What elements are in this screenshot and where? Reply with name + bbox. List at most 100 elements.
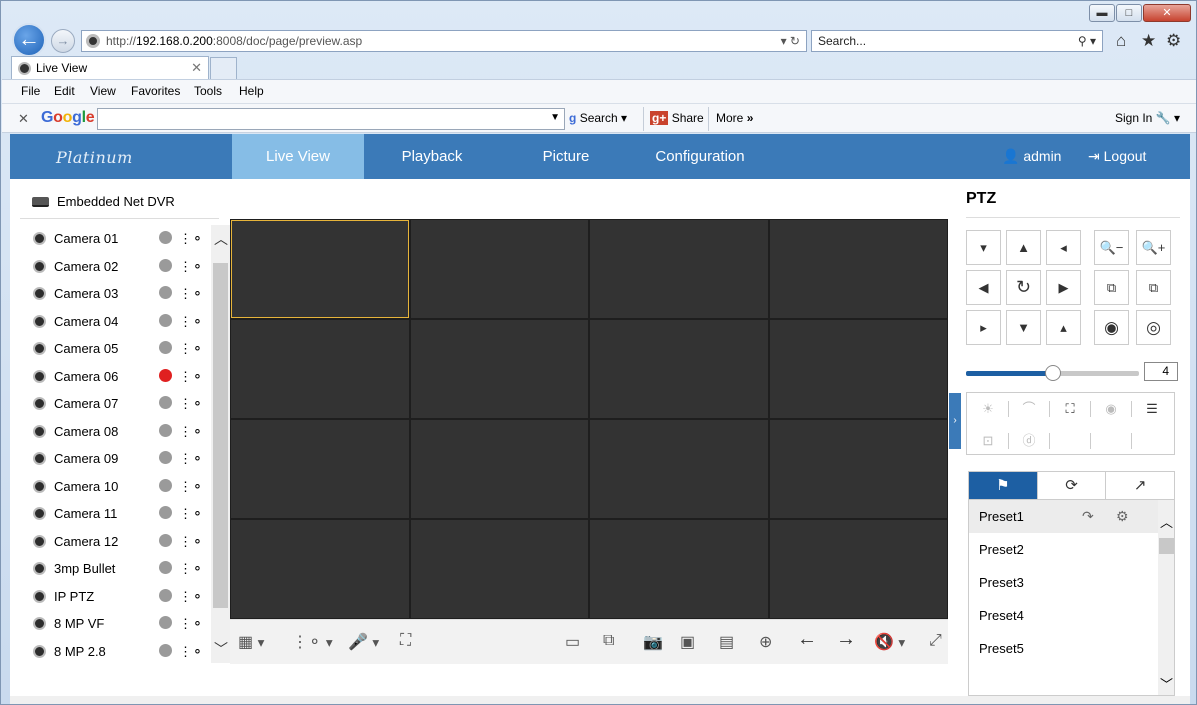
wiper-icon[interactable]: ⌒ <box>1014 397 1044 421</box>
camera-list-item[interactable]: Camera 03 ⋮⚬ <box>30 280 203 308</box>
stream-select-icon[interactable]: ⋮⚬ <box>179 368 203 385</box>
menu-file[interactable]: File <box>21 84 40 98</box>
scroll-down-icon[interactable]: ﹀ <box>1160 674 1173 693</box>
camera-list-item[interactable]: 8 MP VF ⋮⚬ <box>30 610 203 638</box>
camera-list-item[interactable]: 8 MP 2.8 ⋮⚬ <box>30 638 203 666</box>
stream-select-icon[interactable]: ⋮⚬ <box>179 560 203 577</box>
camera-list-item[interactable]: Camera 02 ⋮⚬ <box>30 253 203 281</box>
stream-select-icon[interactable]: ⋮⚬ <box>179 395 203 412</box>
google-search-input[interactable]: ▼ <box>97 108 565 130</box>
stream-select-icon[interactable]: ⋮⚬ <box>179 615 203 632</box>
ptz-right-button[interactable]: ▶ <box>1046 270 1081 305</box>
stream-select-icon[interactable]: ⋮⚬ <box>179 450 203 467</box>
collapse-panel-toggle[interactable]: › <box>949 393 961 449</box>
zoom-out-icon[interactable]: 🔍− <box>1094 230 1129 265</box>
speed-slider-handle[interactable] <box>1045 365 1061 381</box>
previous-page-icon[interactable]: ← <box>797 628 817 651</box>
sign-in-button[interactable]: Sign In 🔧 ▾ <box>1115 111 1180 125</box>
start-all-live-icon[interactable]: ▭ <box>565 632 580 652</box>
window-layout-icon[interactable]: ▦ ▾ <box>238 632 264 652</box>
stream-select-icon[interactable]: ⋮⚬ <box>179 285 203 302</box>
stream-select-icon[interactable]: ⋮⚬ <box>179 533 203 550</box>
stream-select-icon[interactable]: ⋮⚬ <box>179 588 203 605</box>
light-icon[interactable]: ☀ <box>973 397 1003 421</box>
new-tab-button[interactable] <box>210 57 237 79</box>
browser-search-input[interactable]: Search... ⚲ ▾ <box>811 30 1103 52</box>
camera-list-item[interactable]: Camera 04 ⋮⚬ <box>30 308 203 336</box>
iris-close-icon[interactable]: ◎ <box>1136 310 1171 345</box>
next-page-icon[interactable]: → <box>836 628 856 651</box>
video-window[interactable] <box>590 520 768 618</box>
video-window[interactable] <box>769 420 947 518</box>
camera-list-item[interactable]: Camera 07 ⋮⚬ <box>30 390 203 418</box>
stream-select-icon[interactable]: ⋮⚬ <box>179 643 203 660</box>
ptz-down-left-button[interactable]: ▸ <box>966 310 1001 345</box>
video-window[interactable] <box>769 220 947 318</box>
video-window[interactable] <box>410 520 588 618</box>
maximize-button[interactable]: □ <box>1116 4 1142 22</box>
scroll-up-icon[interactable]: ︿ <box>214 229 228 249</box>
menu-tools[interactable]: Tools <box>194 84 222 98</box>
scroll-up-icon[interactable]: ︿ <box>1160 512 1173 531</box>
preset-item[interactable]: Preset3 <box>969 566 1158 599</box>
camera-list-item[interactable]: Camera 01 ⋮⚬ <box>30 225 203 253</box>
scroll-thumb[interactable] <box>1159 538 1174 554</box>
auxiliary-focus-icon[interactable]: ⛶ <box>1055 397 1085 421</box>
stream-select-icon[interactable]: ⋮⚬ <box>179 423 203 440</box>
focus-near-icon[interactable]: ⧉ <box>1094 270 1129 305</box>
stream-select-icon[interactable]: ⋮⚬ <box>179 313 203 330</box>
video-window[interactable] <box>231 520 409 618</box>
nav-configuration[interactable]: Configuration <box>632 134 768 179</box>
nav-live-view[interactable]: Live View <box>232 134 364 179</box>
stop-all-icon[interactable]: ⧉ <box>603 632 614 650</box>
settings-gear-icon[interactable]: ⚙ <box>1166 31 1181 51</box>
stream-type-icon[interactable]: ⋮⚬ ▾ <box>292 632 333 652</box>
ezoom-icon[interactable]: ⛶ <box>400 632 411 650</box>
camera-list-scrollbar[interactable]: ︿ ﹀ <box>211 225 230 663</box>
video-window[interactable] <box>231 320 409 418</box>
camera-list-item[interactable]: Camera 12 ⋮⚬ <box>30 528 203 556</box>
capture-camera-icon[interactable]: 📷 <box>643 632 663 652</box>
video-window[interactable] <box>410 220 588 318</box>
home-icon[interactable]: ⌂ <box>1116 31 1126 51</box>
camera-list-item[interactable]: Camera 11 ⋮⚬ <box>30 500 203 528</box>
menu-edit[interactable]: Edit <box>54 84 75 98</box>
more-button[interactable]: More » <box>716 111 753 125</box>
video-window[interactable] <box>410 420 588 518</box>
patrol-tab[interactable]: ⟳ <box>1038 472 1107 499</box>
video-window[interactable] <box>590 420 768 518</box>
microphone-icon[interactable]: 🎤 ▾ <box>348 632 379 652</box>
scroll-thumb[interactable] <box>213 263 228 608</box>
ptz-up-left-button[interactable]: ▾ <box>966 230 1001 265</box>
nav-playback[interactable]: Playback <box>364 134 500 179</box>
close-window-button[interactable]: ✕ <box>1143 4 1191 22</box>
ptz-left-button[interactable]: ◀ <box>966 270 1001 305</box>
video-window[interactable] <box>590 320 768 418</box>
preset-scrollbar[interactable]: ︿ ﹀ <box>1158 500 1174 695</box>
more-menu-icon[interactable]: ☰ <box>1137 397 1167 421</box>
digital-zoom-icon[interactable]: ⊕ <box>759 632 772 652</box>
toolbar-close-icon[interactable]: ✕ <box>18 111 29 127</box>
ptz-down-button[interactable]: ▼ <box>1006 310 1041 345</box>
device-title[interactable]: Embedded Net DVR <box>32 194 175 209</box>
menu-view[interactable]: View <box>90 84 116 98</box>
record-icon[interactable]: ▣ <box>680 632 695 652</box>
camera-list-item[interactable]: Camera 09 ⋮⚬ <box>30 445 203 473</box>
lens-init-icon[interactable]: ◉ <box>1096 397 1126 421</box>
set-preset-gear-icon[interactable]: ⚙ <box>1116 500 1129 533</box>
user-menu[interactable]: 👤 admin <box>1002 148 1061 165</box>
logout-button[interactable]: ⇥ Logout <box>1088 148 1146 165</box>
back-button[interactable]: ← <box>12 23 46 57</box>
manual-tracking-icon[interactable]: ⊡ <box>973 429 1003 453</box>
ptz-auto-button[interactable]: ↻ <box>1006 270 1041 305</box>
camera-list-item[interactable]: 3mp Bullet ⋮⚬ <box>30 555 203 583</box>
ptz-up-right-button[interactable]: ◂ <box>1046 230 1081 265</box>
stream-select-icon[interactable]: ⋮⚬ <box>179 505 203 522</box>
focus-far-icon[interactable]: ⧉ <box>1136 270 1171 305</box>
stream-select-icon[interactable]: ⋮⚬ <box>179 478 203 495</box>
menu-favorites[interactable]: Favorites <box>131 84 180 98</box>
video-window[interactable] <box>590 220 768 318</box>
camera-list-item[interactable]: Camera 06 ⋮⚬ <box>30 363 203 391</box>
video-window[interactable] <box>231 220 409 318</box>
camera-list-item[interactable]: Camera 10 ⋮⚬ <box>30 473 203 501</box>
